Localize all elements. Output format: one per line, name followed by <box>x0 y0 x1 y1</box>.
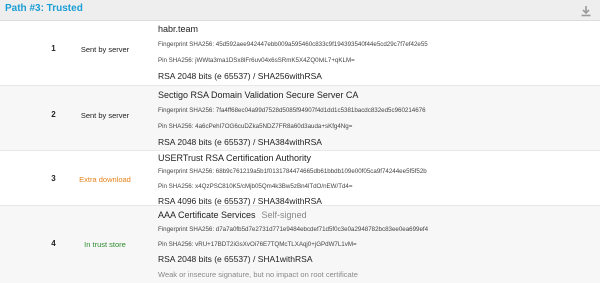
chain-row-1: 1 Sent by server habr.team Fingerprint S… <box>0 21 600 86</box>
cert-details: Sectigo RSA Domain Validation Secure Ser… <box>158 86 596 147</box>
download-icon[interactable] <box>580 4 592 17</box>
chain-row-3: 3 Extra download USERTrust RSA Certifica… <box>0 151 600 206</box>
cert-fingerprint: Fingerprint SHA256: 68b9c761219a5b1f0131… <box>158 168 427 175</box>
cert-details: USERTrust RSA Certification Authority Fi… <box>158 151 596 206</box>
chain-status: Sent by server <box>80 111 130 120</box>
cert-key-info: RSA 2048 bits (e 65537) / SHA1withRSA <box>158 254 313 264</box>
cert-pin: Pin SHA256: vRU+17BDT2iGsXvOi76E7TQMcTLX… <box>158 241 357 248</box>
cert-name: AAA Certificate Services <box>158 210 256 220</box>
chain-row-2: 2 Sent by server Sectigo RSA Domain Vali… <box>0 86 600 151</box>
chain-status: In trust store <box>84 240 126 249</box>
path-title: Path #3: Trusted <box>5 3 83 14</box>
cert-key-info: RSA 4096 bits (e 65537) / SHA384withRSA <box>158 196 322 206</box>
cert-pin: Pin SHA256: 4a6cPehI7OG6cuDZka5NDZ7FR8a6… <box>158 123 353 130</box>
cert-name: Sectigo RSA Domain Validation Secure Ser… <box>158 90 359 100</box>
cert-pin: Pin SHA256: jWWta3ma1DSx8lFr6uv04x6sSRmK… <box>158 57 355 64</box>
cert-fingerprint: Fingerprint SHA256: d7a7a0fb5d7e2731d771… <box>158 226 429 233</box>
cert-name: USERTrust RSA Certification Authority <box>158 153 312 163</box>
certification-path-panel: Path #3: Trusted 1 Sent by server habr.t… <box>0 0 600 283</box>
cert-fingerprint: Fingerprint SHA256: 7fa4ff68ec04a99d7528… <box>158 107 426 114</box>
cert-key-info: RSA 2048 bits (e 65537) / SHA256withRSA <box>158 71 322 81</box>
cert-name: habr.team <box>158 24 199 34</box>
cert-details: AAA Certificate Services Self-signed Fing… <box>158 206 596 279</box>
cert-pin: Pin SHA256: x4QzPSC810K5/cMjb05Qm4k3Bw5z… <box>158 183 353 190</box>
path-header: Path #3: Trusted <box>0 0 600 21</box>
cert-details: habr.team Fingerprint SHA256: 45d592aee9… <box>158 21 596 81</box>
cert-key-info: RSA 2048 bits (e 65537) / SHA384withRSA <box>158 137 322 147</box>
chain-status: Sent by server <box>80 45 130 54</box>
chain-row-4: 4 In trust store AAA Certificate Service… <box>0 206 600 283</box>
cert-name-line: AAA Certificate Services Self-signed <box>158 210 596 220</box>
signature-warning: Weak or insecure signature, but no impac… <box>158 270 358 279</box>
cert-fingerprint: Fingerprint SHA256: 45d592aee942447ebb00… <box>158 41 428 48</box>
self-signed-label: Self-signed <box>261 210 307 220</box>
chain-status: Extra download <box>79 175 131 184</box>
